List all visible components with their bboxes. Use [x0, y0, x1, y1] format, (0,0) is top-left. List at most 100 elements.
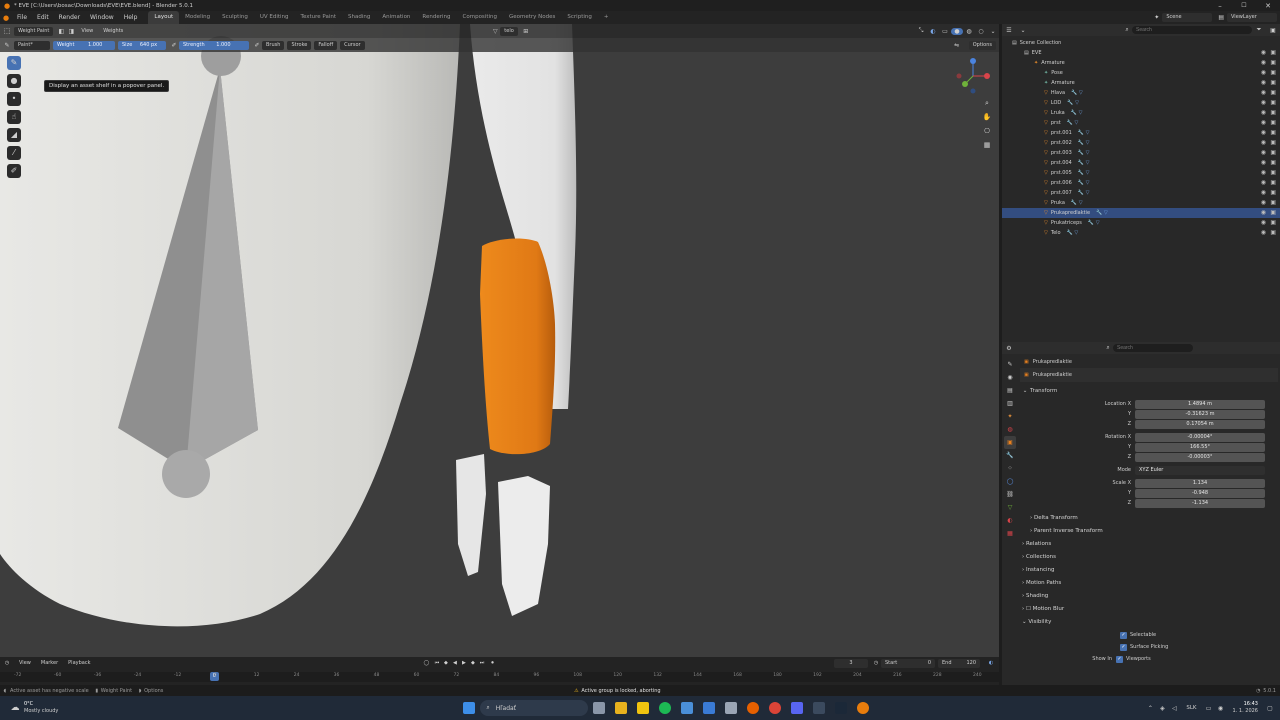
render-camera-icon[interactable]: ▣	[1270, 48, 1276, 58]
scene-collection-row[interactable]: ▤ Scene Collection	[1002, 38, 1280, 48]
outliner-search-input[interactable]	[1132, 26, 1252, 34]
outliner-row[interactable]: ▽ Lruka 🔧 ▽ ◉ ▣	[1002, 108, 1280, 118]
play-reverse-icon[interactable]: ◀	[450, 660, 459, 666]
tab-modeling[interactable]: Modeling	[179, 11, 216, 24]
add-workspace-button[interactable]: +	[598, 11, 615, 24]
tab-animation[interactable]: Animation	[376, 11, 416, 24]
render-camera-icon[interactable]: ▣	[1270, 168, 1276, 178]
location-z-field[interactable]: 0.17054 m	[1135, 419, 1265, 429]
start-menu-icon[interactable]	[463, 702, 476, 714]
visibility-eye-icon[interactable]: ◉	[1261, 48, 1266, 58]
sample-weight-tool-icon[interactable]: ⁄	[7, 146, 21, 160]
section-delta-transform[interactable]: › Delta Transform	[1020, 512, 1278, 525]
mode-selector[interactable]: Weight Paint	[14, 26, 54, 36]
section-motion-paths[interactable]: › Motion Paths	[1020, 577, 1278, 590]
visibility-eye-icon[interactable]: ◉	[1261, 158, 1266, 168]
volume-icon[interactable]: ◁	[1168, 705, 1180, 712]
jump-start-icon[interactable]: ⏮	[432, 660, 441, 666]
strength-field[interactable]: Strength 1.000	[179, 40, 249, 50]
network-icon[interactable]: ◈	[1156, 705, 1168, 712]
spotify-icon[interactable]	[659, 702, 672, 714]
visibility-eye-icon[interactable]: ◉	[1261, 118, 1266, 128]
modifier-tab-icon[interactable]: 🔧	[1004, 449, 1016, 462]
end-frame-field[interactable]: End 120	[938, 658, 980, 668]
outliner-row[interactable]: ▤ EVE ◉ ▣	[1002, 48, 1280, 58]
settings-icon[interactable]	[725, 702, 738, 714]
section-shading[interactable]: › Shading	[1020, 590, 1278, 603]
shading-options-icon[interactable]: ⌄	[987, 28, 999, 35]
new-collection-icon[interactable]: ▣	[1266, 27, 1280, 34]
visibility-eye-icon[interactable]: ◉	[1261, 68, 1266, 78]
render-camera-icon[interactable]: ▣	[1270, 118, 1276, 128]
location-x-field[interactable]: 1.4894 m	[1135, 399, 1265, 409]
rendered-shading-icon[interactable]: ○	[975, 28, 987, 35]
location-y-field[interactable]: -0.31623 m	[1135, 409, 1265, 419]
options-menu[interactable]: Options	[968, 40, 996, 50]
task-view-icon[interactable]	[593, 702, 606, 714]
xray-toggle-icon[interactable]: ◨	[66, 28, 76, 35]
rotation-x-field[interactable]: -0.00004°	[1135, 432, 1265, 442]
outliner-row[interactable]: ▽ Pruka 🔧 ▽ ◉ ▣	[1002, 198, 1280, 208]
scene-tab-icon[interactable]: ✦	[1004, 410, 1016, 423]
tray-icon-1[interactable]: ▭	[1203, 705, 1215, 712]
timeline-menu-view[interactable]: View	[14, 657, 36, 670]
outliner-row[interactable]: ▽ prst.007 🔧 ▽ ◉ ▣	[1002, 188, 1280, 198]
camera-view-icon[interactable]: ⎔	[981, 124, 993, 138]
scale-x-field[interactable]: 1.134	[1135, 478, 1265, 488]
visibility-eye-icon[interactable]: ◉	[1261, 218, 1266, 228]
tab-rendering[interactable]: Rendering	[416, 11, 456, 24]
filter-icon[interactable]: ⏷	[1252, 26, 1266, 34]
gradient-tool-icon[interactable]: ◢	[7, 128, 21, 142]
solid-shading-icon[interactable]: ●	[951, 27, 963, 35]
properties-search-input[interactable]	[1113, 344, 1193, 352]
section-parent-inverse[interactable]: › Parent Inverse Transform	[1020, 525, 1278, 538]
rotation-y-field[interactable]: 166.55°	[1135, 442, 1265, 452]
next-keyframe-icon[interactable]: ◆	[468, 660, 477, 666]
render-camera-icon[interactable]: ▣	[1270, 88, 1276, 98]
section-collections[interactable]: › Collections	[1020, 551, 1278, 564]
outliner-row[interactable]: ▽ prst.001 🔧 ▽ ◉ ▣	[1002, 128, 1280, 138]
section-instancing[interactable]: › Instancing	[1020, 564, 1278, 577]
blender-menu-icon[interactable]: ●	[0, 14, 12, 22]
rotation-z-field[interactable]: -0.00003°	[1135, 452, 1265, 462]
tray-icon-2[interactable]: ◉	[1215, 705, 1227, 712]
tab-geometry-nodes[interactable]: Geometry Nodes	[503, 11, 561, 24]
navigation-gizmo[interactable]	[955, 58, 991, 94]
object-name-field[interactable]: Prukapredlaktie	[1033, 372, 1072, 378]
visibility-eye-icon[interactable]: ◉	[1261, 98, 1266, 108]
render-camera-icon[interactable]: ▣	[1270, 98, 1276, 108]
discord-icon[interactable]	[791, 702, 804, 714]
render-camera-icon[interactable]: ▣	[1270, 148, 1276, 158]
draw-tool-icon[interactable]: ✎	[7, 56, 21, 70]
visibility-eye-icon[interactable]: ◉	[1261, 108, 1266, 118]
3d-viewport[interactable]: ⬚ Weight Paint ◧ ◨ View Weights ▽ telo ⊞…	[0, 24, 999, 657]
visibility-eye-icon[interactable]: ◉	[1261, 58, 1266, 68]
render-camera-icon[interactable]: ▣	[1270, 218, 1276, 228]
start-frame-field[interactable]: Start 0	[881, 658, 935, 668]
outliner-row[interactable]: ✦ Pose ◉ ▣	[1002, 68, 1280, 78]
outliner-row[interactable]: ✦ Armature ◉ ▣	[1002, 58, 1280, 68]
blur-tool-icon[interactable]: ●	[7, 74, 21, 88]
rotation-mode-select[interactable]: XYZ Euler	[1135, 465, 1265, 475]
terminal-icon[interactable]	[813, 702, 826, 714]
render-tab-icon[interactable]: ◉	[1004, 371, 1016, 384]
size-field[interactable]: Size 640 px	[118, 40, 166, 50]
outliner-editor-icon[interactable]: ☰	[1002, 27, 1016, 34]
brush-asset-icon[interactable]: ✎	[0, 42, 14, 49]
pressure-size-icon[interactable]: ✐	[169, 42, 179, 49]
section-visibility[interactable]: ⌄ Visibility	[1020, 616, 1278, 629]
brush-asset-selector[interactable]: Paint*	[14, 40, 50, 50]
outliner-row[interactable]: ▽ prst.004 🔧 ▽ ◉ ▣	[1002, 158, 1280, 168]
texture-tab-icon[interactable]: ▦	[1004, 527, 1016, 540]
tray-chevron-up-icon[interactable]: ⌃	[1144, 705, 1156, 712]
weight-field[interactable]: Weight 1.000	[53, 40, 115, 50]
render-camera-icon[interactable]: ▣	[1270, 178, 1276, 188]
outliner-row[interactable]: ▽ Hlava 🔧 ▽ ◉ ▣	[1002, 88, 1280, 98]
visibility-eye-icon[interactable]: ◉	[1261, 198, 1266, 208]
scale-z-field[interactable]: -1.134	[1135, 498, 1265, 508]
blender-taskbar-icon[interactable]	[857, 702, 870, 714]
close-button[interactable]: ✕	[1256, 2, 1280, 10]
object-tab-icon[interactable]: ▣	[1004, 436, 1016, 449]
render-camera-icon[interactable]: ▣	[1270, 198, 1276, 208]
notes-app-icon[interactable]	[637, 702, 650, 714]
